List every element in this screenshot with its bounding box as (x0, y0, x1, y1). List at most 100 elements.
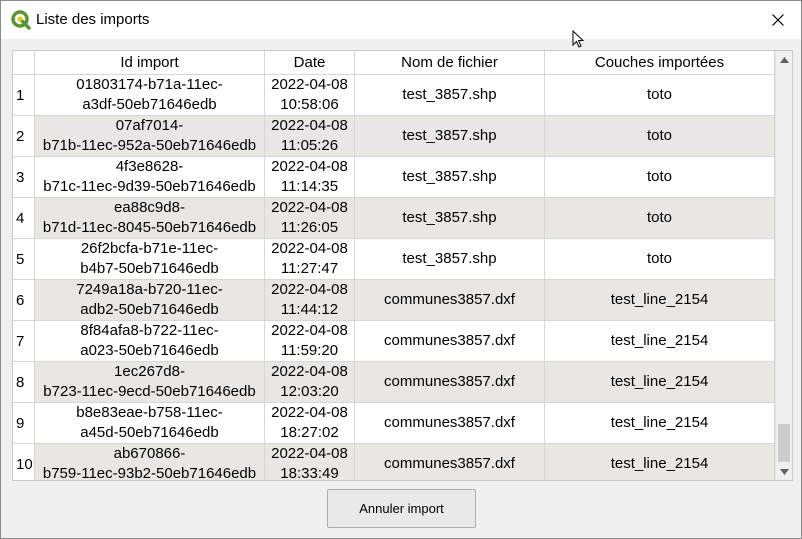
cell-id-import[interactable]: 07af7014- b71b-11ec-952a-50eb71646edb (35, 116, 265, 157)
cell-id-import[interactable]: 4f3e8628- b71c-11ec-9d39-50eb71646edb (35, 157, 265, 198)
cell-date[interactable]: 2022-04-08 11:44:12 (265, 280, 355, 321)
table-row[interactable]: 4 ea88c9d8- b71d-11ec-8045-50eb71646edb 2… (13, 198, 775, 239)
id-line-2: b71b-11ec-952a-50eb71646edb (42, 137, 257, 154)
column-header-file-name[interactable]: Nom de fichier (355, 51, 545, 74)
qgis-logo-icon (11, 10, 31, 30)
cell-id-import[interactable]: 8f84afa8-b722-11ec-a023-50eb71646edb (35, 321, 265, 362)
row-number[interactable]: 9 (13, 403, 35, 444)
column-header-id-import[interactable]: Id import (35, 51, 265, 74)
id-line-1: 1ec267d8- (114, 363, 185, 380)
close-icon (772, 14, 784, 26)
row-number[interactable]: 7 (13, 321, 35, 362)
cell-file-name[interactable]: communes3857.dxf (355, 280, 545, 321)
import-list-dialog: Liste des imports Id import Date Nom de … (0, 0, 802, 539)
cell-id-import[interactable]: ea88c9d8- b71d-11ec-8045-50eb71646edb (35, 198, 265, 239)
cell-date[interactable]: 2022-04-08 11:27:47 (265, 239, 355, 280)
cell-file-name[interactable]: communes3857.dxf (355, 362, 545, 403)
table-row[interactable]: 6 7249a18a-b720-11ec-adb2-50eb71646edb 2… (13, 280, 775, 321)
cell-file-name[interactable]: test_3857.shp (355, 116, 545, 157)
date-day: 2022-04-08 (271, 363, 348, 380)
vertical-scrollbar[interactable] (775, 51, 792, 480)
row-number[interactable]: 1 (13, 75, 35, 116)
cell-file-name[interactable]: communes3857.dxf (355, 403, 545, 444)
row-number[interactable]: 6 (13, 280, 35, 321)
cell-imported-layers[interactable]: test_line_2154 (545, 403, 775, 444)
cell-date[interactable]: 2022-04-08 11:14:35 (265, 157, 355, 198)
cell-imported-layers[interactable]: toto (545, 239, 775, 280)
cell-file-name[interactable]: communes3857.dxf (355, 444, 545, 480)
table-row[interactable]: 1 01803174-b71a-11ec-a3df-50eb71646edb 2… (13, 75, 775, 116)
cell-date[interactable]: 2022-04-08 10:58:06 (265, 75, 355, 116)
imports-table[interactable]: Id import Date Nom de fichier Couches im… (12, 50, 793, 481)
id-line-1: ab670866- (113, 445, 186, 462)
date-time: 11:27:47 (280, 260, 339, 277)
table-row[interactable]: 7 8f84afa8-b722-11ec-a023-50eb71646edb 2… (13, 321, 775, 362)
cell-id-import[interactable]: 7249a18a-b720-11ec-adb2-50eb71646edb (35, 280, 265, 321)
cell-imported-layers[interactable]: toto (545, 157, 775, 198)
scroll-down-button[interactable] (776, 463, 792, 480)
scrollbar-thumb[interactable] (778, 424, 790, 462)
table-row[interactable]: 2 07af7014- b71b-11ec-952a-50eb71646edb 2… (13, 116, 775, 157)
table-corner[interactable] (13, 51, 35, 74)
id-line-2: b759-11ec-93b2-50eb71646edb (42, 465, 257, 480)
id-line-1: b8e83eae-b758-11ec- (76, 404, 223, 421)
table-row[interactable]: 9 b8e83eae-b758-11ec-a45d-50eb71646edb 2… (13, 403, 775, 444)
row-number[interactable]: 2 (13, 116, 35, 157)
cell-id-import[interactable]: b8e83eae-b758-11ec-a45d-50eb71646edb (35, 403, 265, 444)
cell-file-name[interactable]: test_3857.shp (355, 239, 545, 280)
date-day: 2022-04-08 (271, 199, 348, 216)
table-row[interactable]: 3 4f3e8628- b71c-11ec-9d39-50eb71646edb 2… (13, 157, 775, 198)
cell-file-name[interactable]: test_3857.shp (355, 75, 545, 116)
cell-imported-layers[interactable]: test_line_2154 (545, 362, 775, 403)
date-time: 11:26:05 (280, 219, 339, 236)
column-header-imported-layers[interactable]: Couches importées (545, 51, 775, 74)
cancel-import-button[interactable]: Annuler import (327, 489, 476, 528)
cell-date[interactable]: 2022-04-08 11:59:20 (265, 321, 355, 362)
row-number[interactable]: 4 (13, 198, 35, 239)
cell-id-import[interactable]: 01803174-b71a-11ec-a3df-50eb71646edb (35, 75, 265, 116)
date-day: 2022-04-08 (271, 240, 348, 257)
cell-id-import[interactable]: ab670866- b759-11ec-93b2-50eb71646edb (35, 444, 265, 480)
cell-date[interactable]: 2022-04-08 18:33:49 (265, 444, 355, 480)
scroll-up-arrow-icon (780, 56, 789, 63)
cell-id-import[interactable]: 1ec267d8- b723-11ec-9ecd-50eb71646edb (35, 362, 265, 403)
scroll-up-button[interactable] (776, 51, 792, 68)
cell-imported-layers[interactable]: test_line_2154 (545, 280, 775, 321)
cell-imported-layers[interactable]: test_line_2154 (545, 321, 775, 362)
date-day: 2022-04-08 (271, 404, 348, 421)
date-time: 11:44:12 (280, 301, 339, 318)
id-line-2: a45d-50eb71646edb (80, 424, 219, 441)
table-row[interactable]: 8 1ec267d8- b723-11ec-9ecd-50eb71646edb 2… (13, 362, 775, 403)
id-line-2: b71c-11ec-9d39-50eb71646edb (43, 178, 256, 195)
row-number[interactable]: 10 (13, 444, 35, 480)
cell-imported-layers[interactable]: toto (545, 75, 775, 116)
cell-date[interactable]: 2022-04-08 11:26:05 (265, 198, 355, 239)
cell-file-name[interactable]: communes3857.dxf (355, 321, 545, 362)
id-line-1: ea88c9d8- (114, 199, 185, 216)
window-title: Liste des imports (36, 11, 150, 28)
date-time: 18:33:49 (280, 465, 339, 480)
cell-file-name[interactable]: test_3857.shp (355, 157, 545, 198)
date-day: 2022-04-08 (271, 76, 348, 93)
row-number[interactable]: 3 (13, 157, 35, 198)
table-header: Id import Date Nom de fichier Couches im… (13, 51, 775, 75)
row-number[interactable]: 8 (13, 362, 35, 403)
cell-id-import[interactable]: 26f2bcfa-b71e-11ec-b4b7-50eb71646edb (35, 239, 265, 280)
cell-file-name[interactable]: test_3857.shp (355, 198, 545, 239)
id-line-1: 7249a18a-b720-11ec- (76, 281, 223, 298)
date-time: 11:59:20 (280, 342, 339, 359)
date-time: 12:03:20 (280, 383, 339, 400)
cell-imported-layers[interactable]: toto (545, 198, 775, 239)
table-row[interactable]: 5 26f2bcfa-b71e-11ec-b4b7-50eb71646edb 2… (13, 239, 775, 280)
cell-date[interactable]: 2022-04-08 12:03:20 (265, 362, 355, 403)
table-row[interactable]: 10 ab670866- b759-11ec-93b2-50eb71646edb … (13, 444, 775, 480)
cell-imported-layers[interactable]: test_line_2154 (545, 444, 775, 480)
row-number[interactable]: 5 (13, 239, 35, 280)
date-time: 11:05:26 (280, 137, 339, 154)
cell-date[interactable]: 2022-04-08 18:27:02 (265, 403, 355, 444)
date-time: 11:14:35 (280, 178, 339, 195)
cell-date[interactable]: 2022-04-08 11:05:26 (265, 116, 355, 157)
column-header-date[interactable]: Date (265, 51, 355, 74)
close-button[interactable] (755, 1, 801, 39)
cell-imported-layers[interactable]: toto (545, 116, 775, 157)
